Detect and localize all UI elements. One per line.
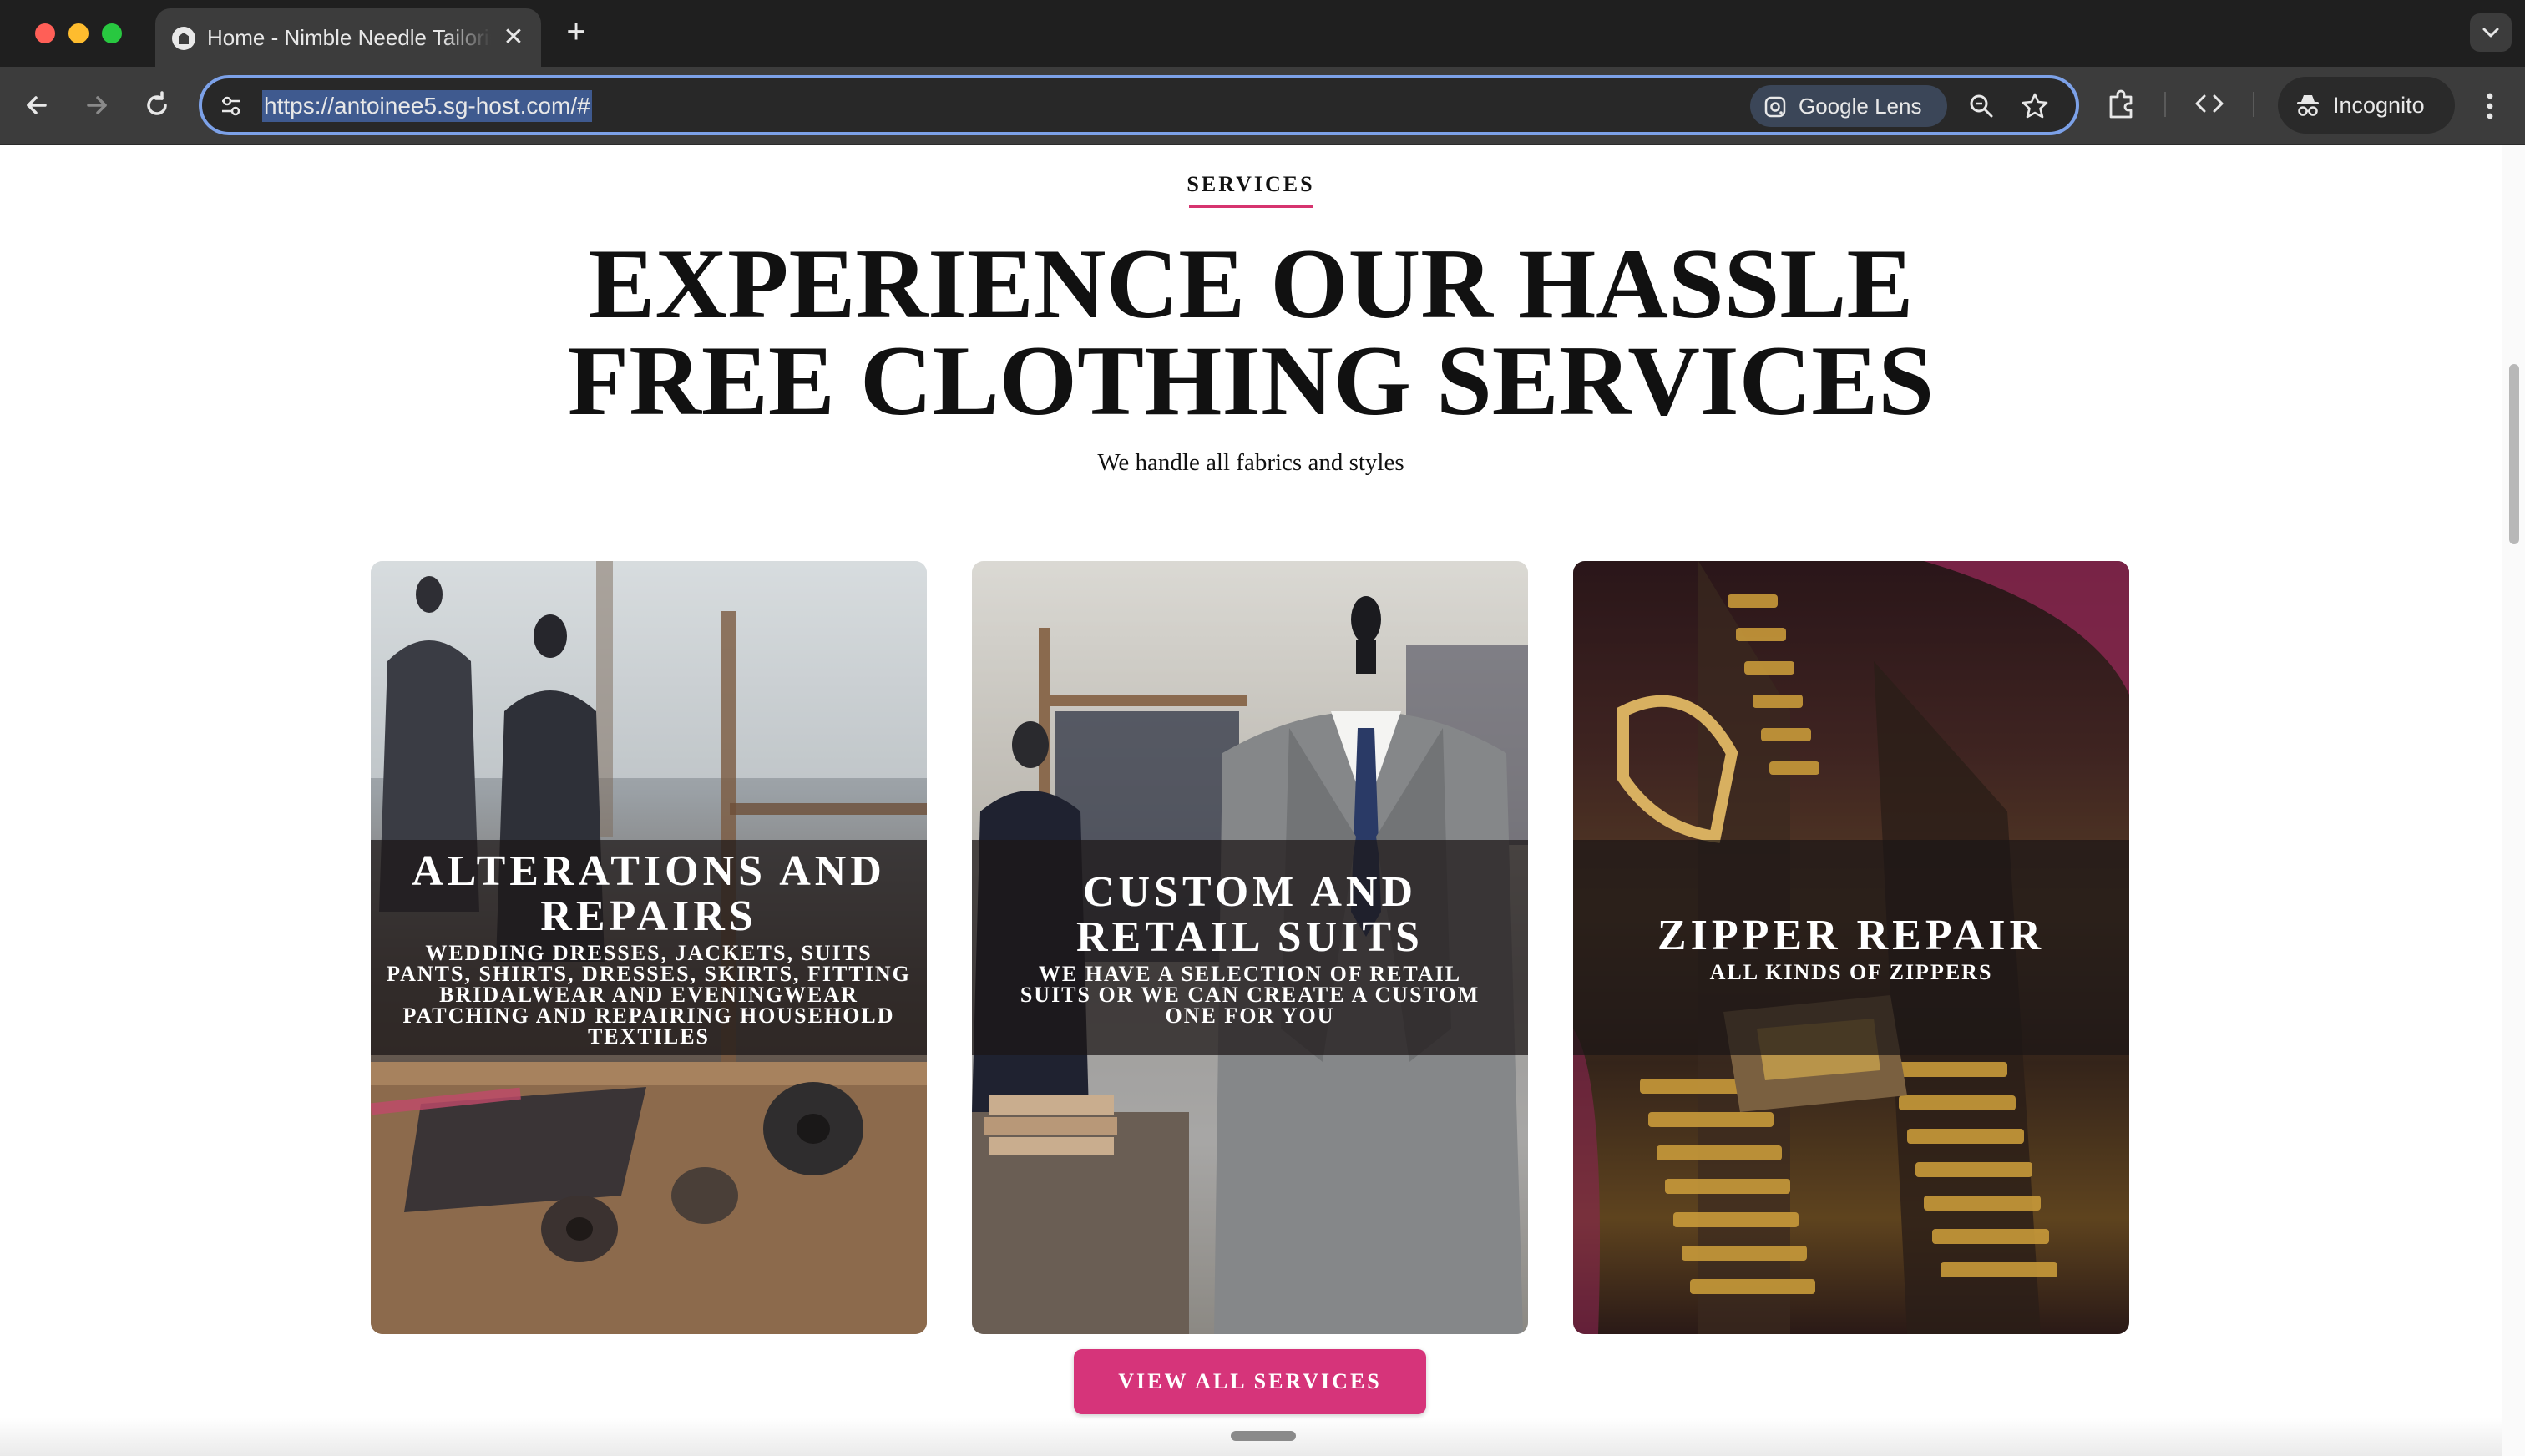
view-all-services-button[interactable]: VIEW ALL SERVICES — [1074, 1349, 1426, 1414]
tab-title: Home - Nimble Needle Tailoring — [207, 8, 491, 67]
site-favicon-icon — [172, 27, 195, 50]
close-icon[interactable]: ✕ — [499, 23, 528, 52]
incognito-icon — [2297, 95, 2319, 116]
card-title-line: ZIPPER REPAIR — [1657, 911, 2046, 959]
card-title-line: ALTERATIONS AND — [412, 847, 886, 895]
section-eyebrow: SERVICES — [1187, 172, 1315, 196]
card-title: ZIPPER REPAIR — [1657, 913, 2045, 958]
toolbar-separator — [2253, 92, 2254, 117]
incognito-profile-button[interactable]: Incognito — [2278, 77, 2455, 134]
card-description: WEDDING DRESSES, JACKETS, SUITS PANTS, S… — [387, 942, 911, 1049]
window-zoom-button[interactable] — [102, 23, 122, 43]
card-title: ALTERATIONS AND REPAIRS — [412, 847, 886, 940]
page-scrollbar[interactable] — [2502, 145, 2525, 1456]
chevron-down-icon — [2482, 28, 2499, 38]
page-viewport: SERVICES EXPERIENCE OUR HASSLE FREE CLOT… — [0, 145, 2525, 1456]
address-bar[interactable]: https://antoinee5.sg-host.com/# Google L… — [199, 75, 2079, 135]
card-title-line: RETAIL SUITS — [1076, 913, 1424, 961]
site-settings-icon[interactable] — [219, 94, 244, 119]
card-caption: ZIPPER REPAIR ALL KINDS OF ZIPPERS — [1573, 840, 2129, 1055]
browser-toolbar: https://antoinee5.sg-host.com/# Google L… — [0, 67, 2525, 145]
extensions-icon[interactable] — [2102, 85, 2139, 122]
card-description-line: ALL KINDS OF ZIPPERS — [1709, 959, 1993, 984]
card-description: ALL KINDS OF ZIPPERS — [1709, 959, 1993, 984]
more-vert-icon[interactable] — [2473, 83, 2507, 129]
eyebrow-underline — [1189, 205, 1313, 208]
card-caption: CUSTOM AND RETAIL SUITS WE HAVE A SELECT… — [972, 840, 1528, 1055]
page-title-line-1: EXPERIENCE OUR HASSLE — [588, 228, 1914, 339]
page-title: EXPERIENCE OUR HASSLE FREE CLOTHING SERV… — [0, 234, 2502, 431]
devtools-icon[interactable] — [2191, 85, 2228, 122]
back-button[interactable] — [17, 85, 57, 125]
reload-icon — [147, 91, 167, 115]
card-caption: ALTERATIONS AND REPAIRS WEDDING DRESSES,… — [371, 840, 927, 1055]
card-description-line: ONE FOR YOU — [1165, 1003, 1335, 1028]
sheet-drag-handle[interactable] — [1231, 1431, 1296, 1441]
window-close-button[interactable] — [35, 23, 55, 43]
google-lens-icon — [1764, 96, 1786, 118]
reload-button[interactable] — [137, 85, 177, 125]
page-subtitle: We handle all fabrics and styles — [1097, 449, 1404, 476]
zoom-icon[interactable] — [1966, 90, 1997, 122]
window-minimize-button[interactable] — [68, 23, 89, 43]
forward-button[interactable] — [77, 85, 117, 125]
card-title: CUSTOM AND RETAIL SUITS — [1076, 867, 1424, 961]
plus-icon: + — [566, 13, 586, 50]
google-lens-label: Google Lens — [1799, 94, 1922, 119]
toolbar-separator — [2164, 92, 2166, 117]
google-lens-button[interactable]: Google Lens — [1750, 85, 1947, 127]
service-card-alterations[interactable]: ALTERATIONS AND REPAIRS WEDDING DRESSES,… — [371, 561, 927, 1334]
back-arrow-icon — [27, 96, 47, 114]
page-title-line-2: FREE CLOTHING SERVICES — [567, 325, 1935, 436]
card-title-line: REPAIRS — [540, 892, 757, 940]
browser-tab-bar: Home - Nimble Needle Tailoring ✕ + — [0, 0, 2525, 67]
new-tab-button[interactable]: + — [559, 15, 593, 48]
scrollbar-thumb[interactable] — [2509, 364, 2519, 544]
card-title-line: CUSTOM AND — [1082, 867, 1418, 916]
service-card-custom-suits[interactable]: CUSTOM AND RETAIL SUITS WE HAVE A SELECT… — [972, 561, 1528, 1334]
service-card-zipper-repair[interactable]: ZIPPER REPAIR ALL KINDS OF ZIPPERS — [1573, 561, 2129, 1334]
card-description-line: TEXTILES — [587, 1024, 711, 1049]
url-text[interactable]: https://antoinee5.sg-host.com/# — [262, 90, 592, 122]
tab-search-button[interactable] — [2470, 13, 2512, 52]
browser-tab-active[interactable]: Home - Nimble Needle Tailoring ✕ — [155, 8, 541, 67]
bookmark-star-icon[interactable] — [2019, 90, 2051, 122]
incognito-label: Incognito — [2333, 93, 2425, 118]
forward-arrow-icon — [87, 96, 107, 114]
card-description: WE HAVE A SELECTION OF RETAIL SUITS OR W… — [1020, 963, 1480, 1026]
